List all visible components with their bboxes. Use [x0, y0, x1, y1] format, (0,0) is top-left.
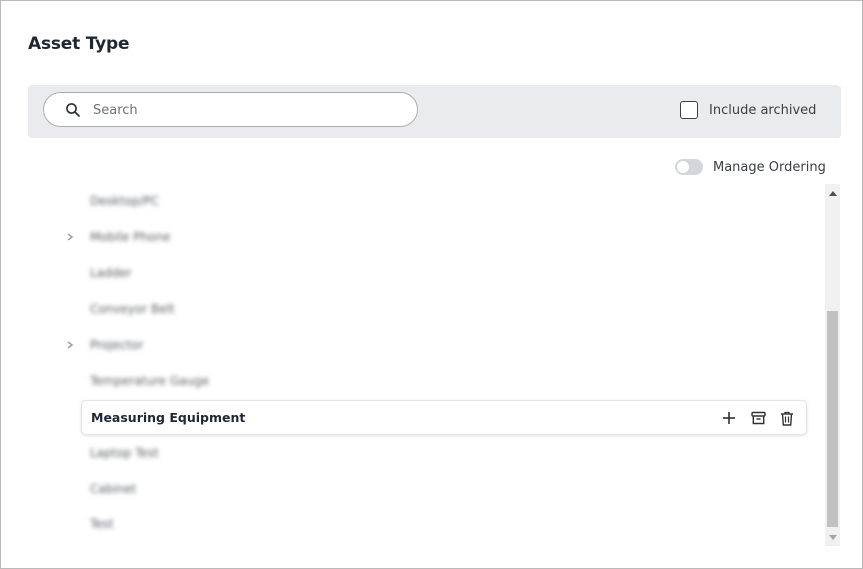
tree-item[interactable]: Ladder	[63, 256, 808, 290]
tree-item-label: Temperature Gauge	[90, 374, 210, 388]
manage-ordering-label: Manage Ordering	[713, 159, 826, 175]
tree-item[interactable]: Cabinet	[63, 472, 808, 506]
switch-knob	[677, 161, 689, 173]
tree-item-label: Cabinet	[90, 482, 137, 496]
tree-item-label: Desktop/PC	[90, 194, 160, 208]
chevron-right-icon[interactable]	[64, 339, 76, 351]
filter-toolbar: Include archived	[28, 85, 841, 138]
page-title: Asset Type	[28, 34, 130, 54]
asset-type-panel: Asset Type Include archived Manage Order…	[0, 0, 863, 569]
search-icon	[66, 103, 80, 117]
tree-item-label: Ladder	[90, 266, 132, 280]
tree-item[interactable]: Mobile Phone	[63, 220, 808, 254]
tree-item-label: Laptop Test	[90, 446, 159, 460]
include-archived-checkbox[interactable]	[680, 101, 698, 119]
include-archived-toggle[interactable]: Include archived	[680, 101, 816, 119]
scroll-up-arrow[interactable]	[825, 186, 840, 200]
tree-scrollbar[interactable]	[825, 184, 840, 546]
delete-button[interactable]	[778, 409, 796, 427]
archive-button[interactable]	[749, 409, 767, 427]
tree-item[interactable]: Temperature Gauge	[63, 364, 808, 398]
scroll-down-arrow[interactable]	[825, 530, 840, 544]
caret-down-icon	[828, 534, 837, 540]
row-actions	[720, 409, 796, 427]
tree-item-selected[interactable]: Measuring Equipment	[81, 400, 807, 435]
tree-item[interactable]: Desktop/PC	[63, 184, 808, 218]
tree-item[interactable]: Test	[63, 507, 808, 541]
tree-item-label: Conveyor Belt	[90, 302, 175, 316]
search-box[interactable]	[43, 92, 418, 127]
manage-ordering-switch[interactable]	[675, 159, 703, 175]
tree-item[interactable]: Laptop Test	[63, 436, 808, 470]
tree-item-label: Measuring Equipment	[91, 410, 246, 425]
chevron-right-icon[interactable]	[64, 231, 76, 243]
tree-item-label: Test	[90, 517, 114, 531]
add-child-button[interactable]	[720, 409, 738, 427]
search-input[interactable]	[93, 99, 393, 121]
asset-type-tree: Desktop/PC Mobile Phone Ladder Conveyor …	[63, 184, 823, 544]
plus-icon	[723, 412, 735, 424]
caret-up-icon	[828, 190, 837, 196]
manage-ordering-control[interactable]: Manage Ordering	[675, 159, 826, 175]
archive-icon	[750, 411, 766, 425]
tree-item[interactable]: Projector	[63, 328, 808, 362]
tree-item-label: Mobile Phone	[90, 230, 171, 244]
trash-icon	[781, 411, 793, 426]
include-archived-label: Include archived	[709, 102, 817, 118]
tree-item[interactable]: Conveyor Belt	[63, 292, 808, 326]
scroll-thumb[interactable]	[827, 311, 838, 527]
tree-item-label: Projector	[90, 338, 144, 352]
